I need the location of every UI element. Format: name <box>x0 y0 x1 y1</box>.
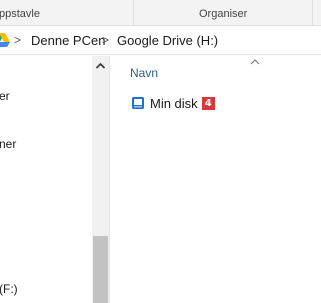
list-item[interactable]: Min disk 4 <box>131 94 215 112</box>
ribbon-group-labels: ppstavle Organiser <box>0 0 321 26</box>
breadcrumb-separator: > <box>14 33 22 47</box>
nav-item-2[interactable]: ner <box>0 137 16 151</box>
breadcrumb-google-drive[interactable]: Google Drive (H:) <box>117 33 218 48</box>
list-item-label: Min disk <box>150 95 198 111</box>
nav-item-drive-f[interactable]: (F:) <box>0 282 18 296</box>
nav-scrollbar[interactable] <box>92 56 109 303</box>
nav-item-1[interactable]: er <box>0 89 10 103</box>
ribbon-group-organize: Organiser <box>135 0 313 26</box>
google-drive-icon <box>0 33 10 47</box>
file-list: Navn Min disk 4 <box>111 56 321 303</box>
ribbon-group-organize-label: Organiser <box>199 8 248 20</box>
count-badge: 4 <box>201 96 215 110</box>
breadcrumb-this-pc[interactable]: Denne PCen <box>31 33 105 48</box>
sort-ascending-icon <box>250 59 260 65</box>
ribbon-group-clipboard-label: ppstavle <box>0 8 40 20</box>
ribbon-group-clipboard: ppstavle <box>0 0 134 26</box>
drive-folder-icon <box>132 97 144 109</box>
address-bar[interactable]: > Denne PCen > Google Drive (H:) <box>0 27 321 55</box>
scroll-up-arrow-icon[interactable] <box>95 61 106 71</box>
column-header-name[interactable]: Navn <box>130 66 158 80</box>
breadcrumb-separator: > <box>102 33 110 47</box>
scrollbar-thumb[interactable] <box>93 236 108 303</box>
